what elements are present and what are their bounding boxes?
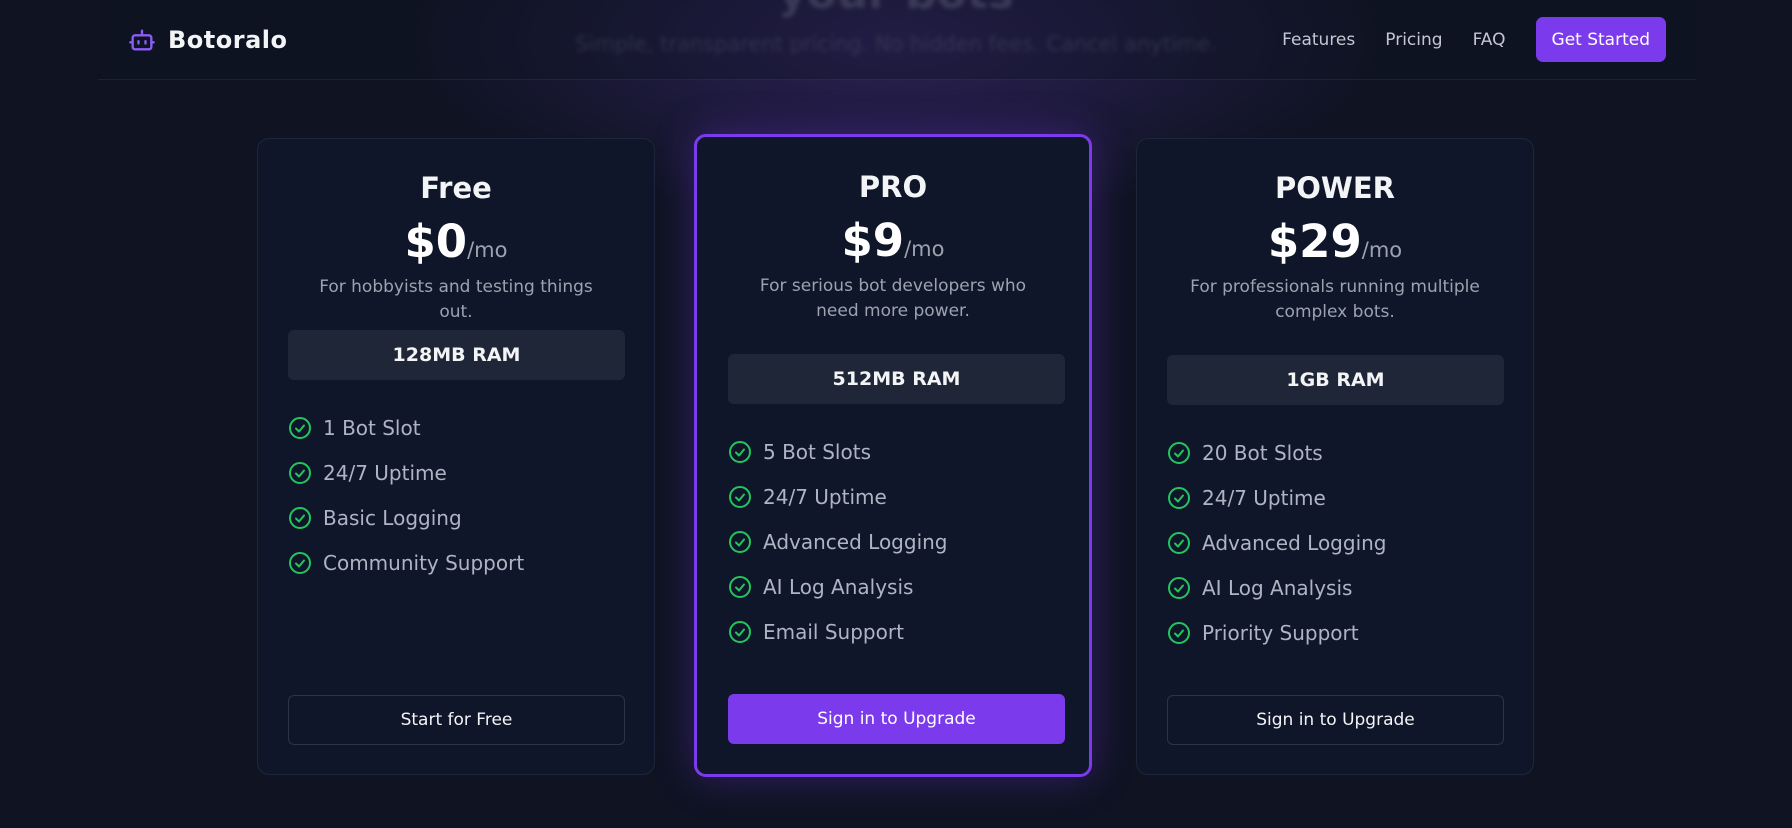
check-circle-icon xyxy=(729,620,751,643)
main-nav: Features Pricing FAQ Get Started xyxy=(1282,17,1666,62)
check-circle-icon xyxy=(729,485,751,508)
check-circle-icon xyxy=(1168,486,1190,509)
brand-name: Botoralo xyxy=(168,26,288,54)
feature-item: AI Log Analysis xyxy=(1167,565,1513,610)
check-circle-icon xyxy=(289,416,311,439)
feature-item: 24/7 Uptime xyxy=(1167,475,1513,520)
feature-label: Community Support xyxy=(323,550,525,575)
feature-label: 20 Bot Slots xyxy=(1202,440,1323,465)
robot-icon xyxy=(129,29,155,51)
plan-description: For hobbyists and testing things out. xyxy=(319,277,593,322)
feature-item: Email Support xyxy=(728,609,1069,654)
plan-description: For serious bot developers who need more… xyxy=(759,276,1027,321)
plan-price: $29/mo xyxy=(1137,215,1533,268)
feature-item: Community Support xyxy=(288,540,634,585)
plan-description: For professionals running multiple compl… xyxy=(1190,277,1480,322)
check-circle-icon xyxy=(289,551,311,574)
check-circle-icon xyxy=(1168,531,1190,554)
feature-item: 1 Bot Slot xyxy=(288,405,634,450)
ram-badge: 1GB RAM xyxy=(1167,355,1504,405)
ram-badge: 128MB RAM xyxy=(288,330,625,380)
plan-name: POWER xyxy=(1274,171,1396,205)
feature-item: 24/7 Uptime xyxy=(728,474,1069,519)
feature-list: 1 Bot Slot 24/7 Uptime Basic Logging Com… xyxy=(288,405,634,585)
feature-label: AI Log Analysis xyxy=(1202,575,1353,600)
check-circle-icon xyxy=(729,575,751,598)
nav-features-link[interactable]: Features xyxy=(1282,30,1355,50)
plan-name: Free xyxy=(420,171,492,205)
feature-label: Priority Support xyxy=(1202,620,1359,645)
feature-label: AI Log Analysis xyxy=(763,574,914,599)
feature-item: Advanced Logging xyxy=(728,519,1069,564)
feature-label: Basic Logging xyxy=(323,505,462,530)
start-free-button[interactable]: Start for Free xyxy=(288,695,625,745)
feature-list: 20 Bot Slots 24/7 Uptime Advanced Loggin… xyxy=(1167,430,1513,655)
price-amount: $9 xyxy=(841,214,905,267)
check-circle-icon xyxy=(1168,441,1190,464)
check-circle-icon xyxy=(289,506,311,529)
price-amount: $0 xyxy=(404,215,468,268)
feature-label: Advanced Logging xyxy=(763,529,948,554)
price-amount: $29 xyxy=(1267,215,1362,268)
check-circle-icon xyxy=(289,461,311,484)
feature-list: 5 Bot Slots 24/7 Uptime Advanced Logging… xyxy=(728,429,1069,654)
price-unit: /mo xyxy=(1361,238,1403,262)
check-circle-icon xyxy=(1168,576,1190,599)
plan-price: $0/mo xyxy=(258,215,654,268)
plan-card-free: Free $0/mo For hobbyists and testing thi… xyxy=(257,138,655,775)
get-started-button[interactable]: Get Started xyxy=(1535,17,1666,62)
feature-label: 24/7 Uptime xyxy=(323,460,447,485)
price-unit: /mo xyxy=(467,238,508,262)
brand-logo[interactable]: Botoralo xyxy=(128,22,288,58)
feature-item: Priority Support xyxy=(1167,610,1513,655)
feature-label: Email Support xyxy=(763,619,904,644)
plan-price: $9/mo xyxy=(697,214,1089,267)
site-header: Botoralo Features Pricing FAQ Get Starte… xyxy=(98,0,1696,80)
feature-item: Advanced Logging xyxy=(1167,520,1513,565)
plan-card-power: POWER $29/mo For professionals running m… xyxy=(1136,138,1534,775)
pro-upgrade-button[interactable]: Sign in to Upgrade xyxy=(728,694,1065,744)
power-upgrade-button[interactable]: Sign in to Upgrade xyxy=(1167,695,1504,745)
feature-item: 20 Bot Slots xyxy=(1167,430,1513,475)
feature-label: Advanced Logging xyxy=(1202,530,1387,555)
feature-label: 24/7 Uptime xyxy=(763,484,887,509)
feature-label: 1 Bot Slot xyxy=(323,415,421,440)
plan-name: PRO xyxy=(858,170,928,204)
nav-faq-link[interactable]: FAQ xyxy=(1473,30,1506,50)
feature-item: AI Log Analysis xyxy=(728,564,1069,609)
price-unit: /mo xyxy=(904,237,945,261)
feature-label: 5 Bot Slots xyxy=(763,439,871,464)
nav-pricing-link[interactable]: Pricing xyxy=(1385,30,1442,50)
feature-item: Basic Logging xyxy=(288,495,634,540)
check-circle-icon xyxy=(729,530,751,553)
feature-label: 24/7 Uptime xyxy=(1202,485,1326,510)
check-circle-icon xyxy=(1168,621,1190,644)
feature-item: 5 Bot Slots xyxy=(728,429,1069,474)
feature-item: 24/7 Uptime xyxy=(288,450,634,495)
check-circle-icon xyxy=(729,440,751,463)
plan-card-pro: PRO $9/mo For serious bot developers who… xyxy=(694,134,1092,777)
ram-badge: 512MB RAM xyxy=(728,354,1065,404)
